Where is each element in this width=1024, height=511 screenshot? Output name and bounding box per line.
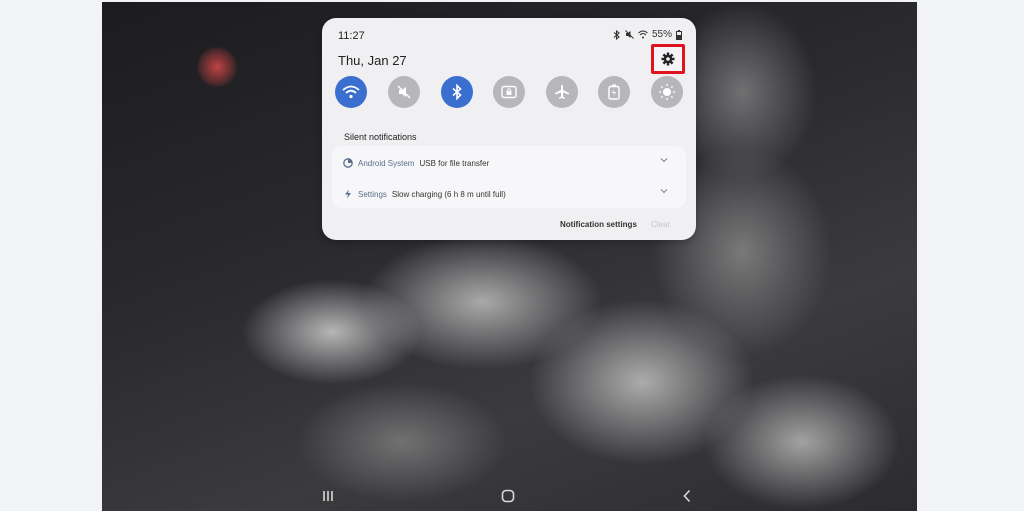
back-button[interactable] [677, 487, 697, 505]
chevron-down-icon[interactable] [660, 188, 668, 194]
battery-saver-icon [608, 84, 620, 100]
brightness-toggle[interactable] [651, 76, 683, 108]
chevron-down-icon[interactable] [660, 157, 668, 163]
mute-icon [397, 85, 411, 99]
panel-date: Thu, Jan 27 [338, 53, 407, 68]
battery-icon [676, 29, 682, 40]
recent-apps-button[interactable] [318, 487, 338, 505]
notification-item-usb[interactable]: Android System USB for file transfer [332, 148, 686, 178]
bluetooth-status-icon [613, 29, 620, 40]
recent-apps-icon [323, 491, 333, 501]
notification-message: Slow charging (6 h 8 m until full) [391, 189, 506, 199]
clear-button[interactable]: Clear [651, 220, 670, 229]
home-icon [501, 489, 515, 503]
notification-group: Android System USB for file transfer Set… [332, 146, 686, 208]
settings-button[interactable] [651, 44, 685, 74]
lock-rotation-icon [501, 85, 517, 99]
gear-icon [661, 52, 675, 66]
bluetooth-toggle[interactable] [441, 76, 473, 108]
wifi-icon [342, 85, 360, 99]
airplane-mode-toggle[interactable] [546, 76, 578, 108]
mute-status-icon [625, 30, 634, 39]
status-icons: 55% [613, 29, 682, 40]
wifi-signal-icon [638, 30, 648, 39]
blurred-app-icon [197, 47, 237, 87]
notification-message: USB for file transfer [419, 158, 490, 168]
home-button[interactable] [498, 487, 518, 505]
notification-app-name: Settings [358, 189, 387, 199]
bluetooth-icon [452, 84, 462, 100]
android-system-icon [343, 158, 353, 168]
status-time: 11:27 [338, 30, 365, 42]
notification-settings-button[interactable]: Notification settings [560, 220, 637, 229]
charging-bolt-icon [343, 189, 353, 199]
quick-toggles [335, 76, 685, 110]
section-title: Silent notifications [344, 132, 417, 142]
notification-app-name: Android System [358, 158, 415, 168]
notification-item-charging[interactable]: Settings Slow charging (6 h 8 m until fu… [332, 179, 686, 209]
navigation-bar [102, 481, 917, 511]
screen-lock-toggle[interactable] [493, 76, 525, 108]
airplane-icon [555, 85, 569, 99]
battery-percent: 55% [651, 29, 672, 40]
brightness-icon [659, 84, 675, 100]
tablet-screen: 11:27 55% Thu, Jan 27 Silent notificatio… [102, 2, 917, 511]
back-icon [683, 489, 691, 503]
notification-panel: 11:27 55% Thu, Jan 27 Silent notificatio… [322, 18, 696, 240]
power-saving-toggle[interactable] [598, 76, 630, 108]
wifi-toggle[interactable] [335, 76, 367, 108]
sound-toggle[interactable] [388, 76, 420, 108]
